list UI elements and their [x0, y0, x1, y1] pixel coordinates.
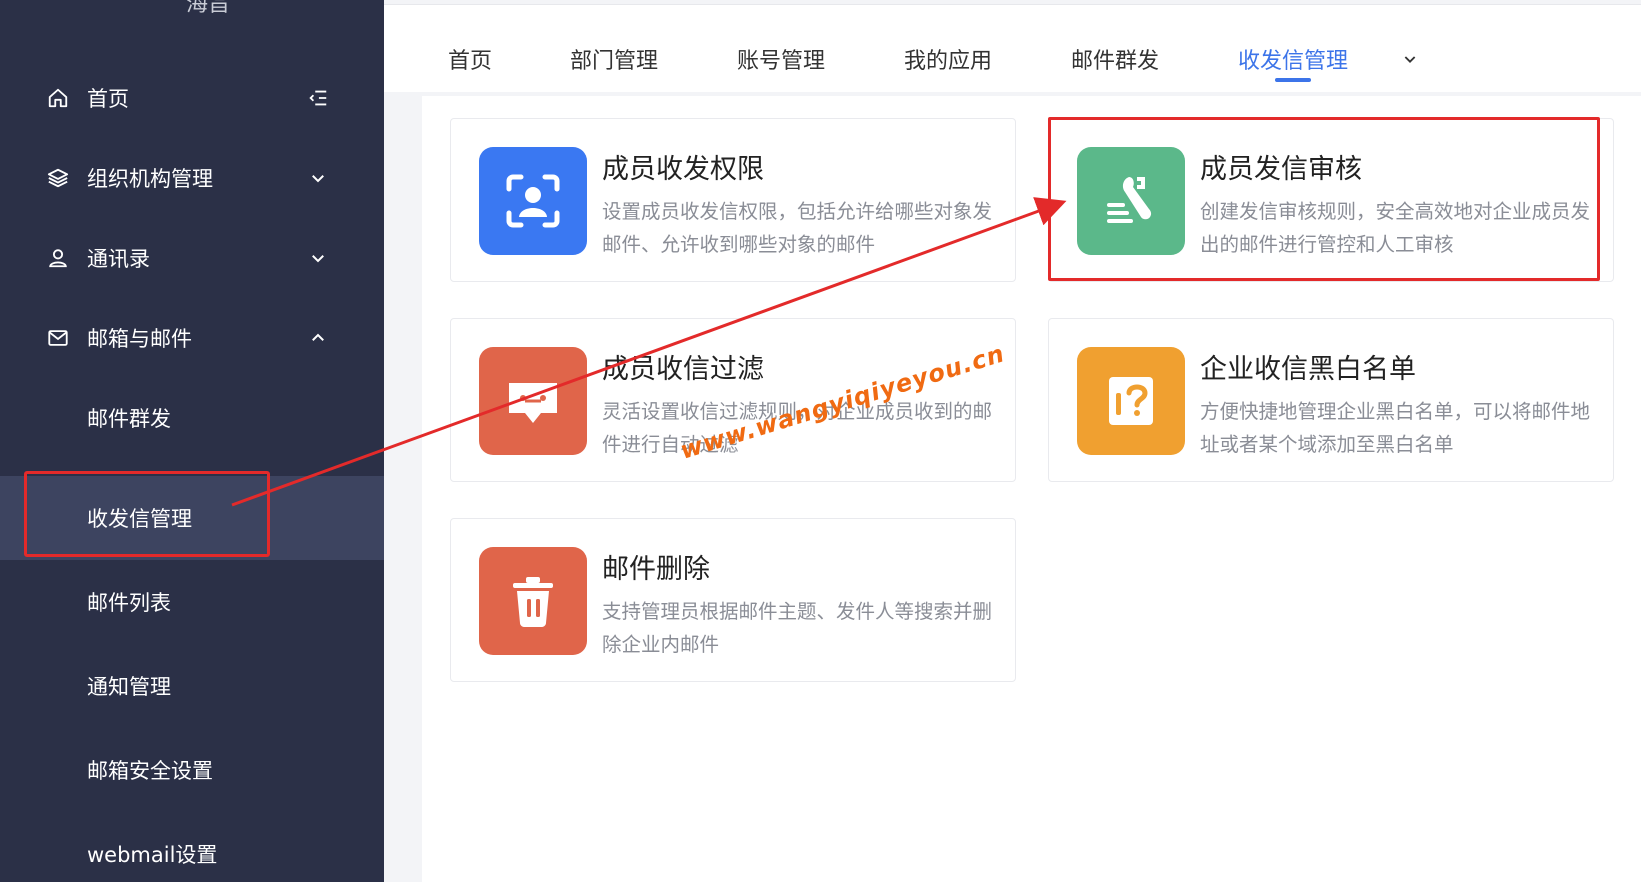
brand-text: 海旨	[186, 0, 231, 17]
menu-fold-icon[interactable]	[306, 86, 330, 110]
sidebar-subitem-notifications[interactable]: 通知管理	[0, 644, 384, 728]
card-description: 设置成员收发信权限，包括允许给哪些对象发邮件、允许收到哪些对象的邮件	[602, 200, 993, 256]
sidebar-item-home[interactable]: 首页	[0, 56, 384, 140]
card-blacklist-whitelist[interactable]: 企业收信黑白名单 方便快捷地管理企业黑白名单，可以将邮件地址或者某个域添加至黑白…	[1048, 318, 1614, 482]
sidebar-item-label: 邮件列表	[87, 591, 171, 615]
chevron-up-icon	[306, 326, 330, 350]
sidebar-item-label: 通知管理	[87, 675, 171, 699]
tab-departments[interactable]: 部门管理	[570, 43, 658, 75]
tab-mass-mail[interactable]: 邮件群发	[1071, 43, 1159, 75]
tab-accounts[interactable]: 账号管理	[737, 43, 825, 75]
sidebar-subitem-webmail[interactable]: webmail设置	[0, 812, 384, 882]
user-scan-icon	[479, 147, 587, 255]
card-title: 邮件删除	[602, 554, 710, 585]
chevron-down-icon[interactable]	[1400, 49, 1420, 69]
sidebar-item-label: 邮件群发	[87, 407, 171, 431]
question-list-icon	[1077, 347, 1185, 455]
sidebar-item-label: webmail设置	[87, 843, 218, 867]
card-title: 企业收信黑白名单	[1200, 354, 1416, 385]
sidebar-item-label: 邮箱与邮件	[87, 327, 192, 351]
sidebar-subitem-mass-mail[interactable]: 邮件群发	[0, 376, 384, 460]
sidebar-item-label: 收发信管理	[87, 507, 192, 531]
tab-home[interactable]: 首页	[448, 43, 492, 75]
card-description: 支持管理员根据邮件主题、发件人等搜索并删除企业内邮件	[602, 600, 993, 656]
tab-send-receive[interactable]: 收发信管理	[1238, 43, 1348, 75]
content-panel: 成员收发权限 设置成员收发信权限，包括允许给哪些对象发邮件、允许收到哪些对象的邮…	[422, 96, 1641, 882]
sidebar-item-label: 首页	[87, 87, 129, 111]
mail-icon	[46, 326, 70, 350]
card-description: 方便快捷地管理企业黑白名单，可以将邮件地址或者某个域添加至黑白名单	[1200, 400, 1591, 456]
card-member-send-review[interactable]: 成员发信审核 创建发信审核规则，安全高效地对企业成员发出的邮件进行管控和人工审核	[1048, 118, 1614, 282]
chevron-down-icon	[306, 246, 330, 270]
sidebar-item-mailbox[interactable]: 邮箱与邮件	[0, 296, 384, 380]
message-filter-icon	[479, 347, 587, 455]
tab-my-apps[interactable]: 我的应用	[904, 43, 992, 75]
sidebar-subitem-mailbox-security[interactable]: 邮箱安全设置	[0, 728, 384, 812]
sidebar-item-label: 邮箱安全设置	[87, 759, 213, 783]
card-member-permissions[interactable]: 成员收发权限 设置成员收发信权限，包括允许给哪些对象发邮件、允许收到哪些对象的邮…	[450, 118, 1016, 282]
chevron-down-icon	[306, 166, 330, 190]
wrench-icon	[1077, 147, 1185, 255]
sidebar-item-label: 组织机构管理	[87, 167, 213, 191]
active-tab-indicator	[1275, 78, 1311, 82]
home-icon	[46, 86, 70, 110]
main-area: 首页 部门管理 账号管理 我的应用 邮件群发 收发信管理 成员收发权限 设置成员…	[384, 0, 1641, 882]
sidebar-item-contacts[interactable]: 通讯录	[0, 216, 384, 300]
card-title: 成员发信审核	[1200, 154, 1362, 185]
layers-icon	[46, 166, 70, 190]
tab-bar: 首页 部门管理 账号管理 我的应用 邮件群发 收发信管理	[384, 4, 1641, 92]
user-icon	[46, 246, 70, 270]
card-description: 创建发信审核规则，安全高效地对企业成员发出的邮件进行管控和人工审核	[1200, 200, 1591, 256]
card-title: 成员收信过滤	[602, 354, 764, 385]
trash-icon	[479, 547, 587, 655]
card-title: 成员收发权限	[602, 154, 764, 185]
sidebar: 海旨 首页 组织机构管理 通讯录 邮箱与邮件 邮件群发 收发信管理 邮件列表 通…	[0, 0, 384, 882]
sidebar-item-label: 通讯录	[87, 247, 150, 271]
card-member-receive-filter[interactable]: 成员收信过滤 灵活设置收信过滤规则，对企业成员收到的邮件进行自动过滤	[450, 318, 1016, 482]
sidebar-subitem-mail-list[interactable]: 邮件列表	[0, 560, 384, 644]
sidebar-subitem-send-receive[interactable]: 收发信管理	[0, 476, 384, 560]
sidebar-item-organization[interactable]: 组织机构管理	[0, 136, 384, 220]
card-mail-delete[interactable]: 邮件删除 支持管理员根据邮件主题、发件人等搜索并删除企业内邮件	[450, 518, 1016, 682]
